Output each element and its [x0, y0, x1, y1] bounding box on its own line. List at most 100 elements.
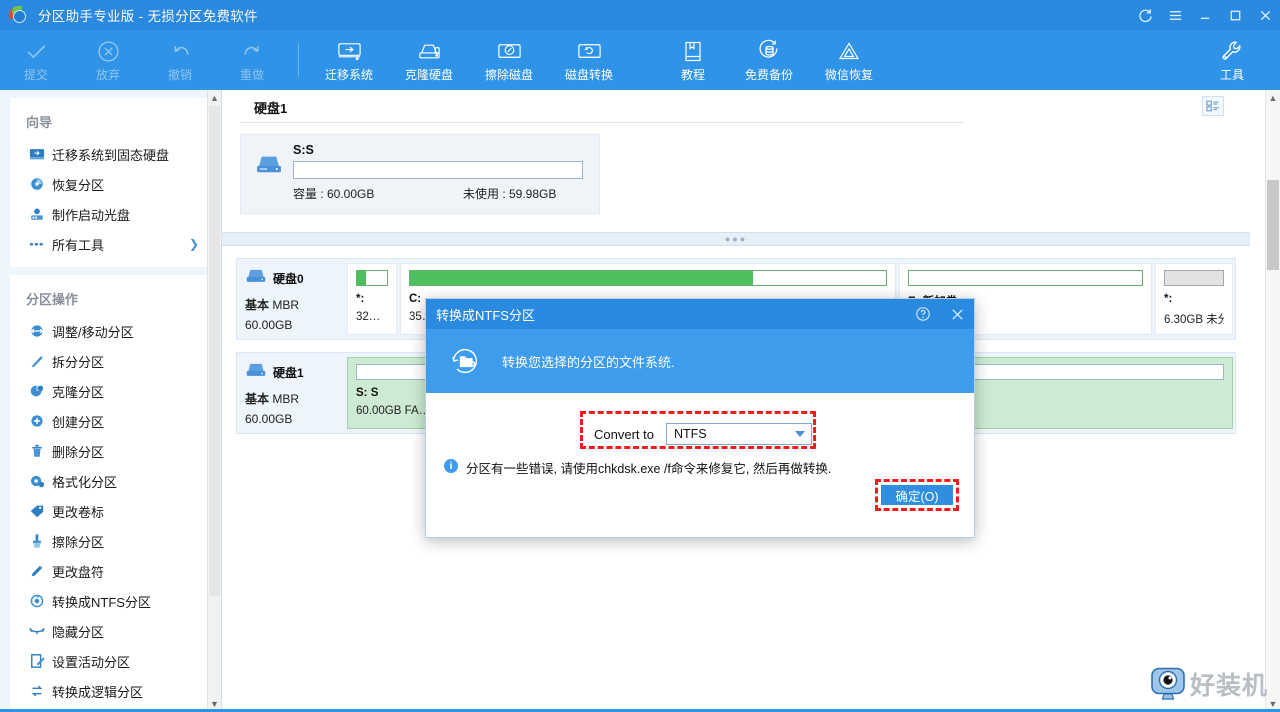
partition-label: *:	[356, 293, 365, 305]
toolbar-label: 擦除磁盘	[484, 67, 533, 82]
sidebar-item-delete-partition[interactable]: 删除分区	[10, 436, 213, 466]
toolbar-label: 重做	[239, 67, 264, 82]
sidebar-item-label: 格式化分区	[52, 474, 118, 490]
scroll-up-icon[interactable]: ▲	[208, 90, 221, 106]
window-controls	[1130, 0, 1280, 30]
minimize-icon[interactable]	[1190, 0, 1220, 30]
sidebar-item-label: 更改盘符	[52, 564, 105, 580]
toolbar-migrate-os[interactable]: 迁移系统	[309, 31, 389, 89]
wipe-partition-icon	[26, 532, 48, 550]
change-label-icon	[26, 502, 48, 520]
close-icon[interactable]	[940, 299, 974, 329]
sidebar-item-all-tools[interactable]: 所有工具 ❯	[10, 229, 213, 259]
disk-icon	[255, 153, 283, 175]
disk-detail-panel: 硬盘1 S:S 容量 : 60.00GB 未使用 : 59.98GB	[222, 90, 1250, 230]
sidebar-section-partition-ops: 分区操作 调整/移动分区 拆分分区 克隆分区 创建分区 删除分区 格式化分区 更…	[10, 275, 213, 712]
sidebar-item-recover-partition[interactable]: 恢复分区	[10, 169, 213, 199]
sidebar-item-boot-cd[interactable]: 制作启动光盘	[10, 199, 213, 229]
sidebar-item-resize-partition[interactable]: 调整/移动分区	[10, 316, 213, 346]
toolbar-redo[interactable]: 重做	[216, 31, 288, 89]
convert-ntfs-dialog: 转换成NTFS分区 转换您选择的分区的文件系统. Convert to NTFS…	[425, 298, 975, 538]
title-bar: 分区助手专业版 - 无损分区免费软件	[0, 0, 1280, 30]
maximize-icon[interactable]	[1220, 0, 1250, 30]
sidebar-item-change-letter[interactable]: 更改盘符	[10, 556, 213, 586]
clone-disk-icon	[416, 39, 443, 65]
toolbar-label: 教程	[680, 67, 705, 82]
main-scrollbar[interactable]: ▲ ▼	[1265, 90, 1280, 712]
watermark-text: 好装机	[1189, 672, 1268, 700]
toolbar-free-backup[interactable]: 免费备份	[729, 31, 809, 89]
disk-usage-bar	[293, 161, 583, 179]
partition-usage-bar	[908, 270, 1143, 286]
disk-type: 基本	[245, 392, 270, 406]
sidebar-item-split-partition[interactable]: 拆分分区	[10, 346, 213, 376]
split-partition-icon	[26, 352, 48, 370]
sidebar-item-change-label[interactable]: 更改卷标	[10, 496, 213, 526]
toolbar-tutorial[interactable]: 教程	[657, 31, 729, 89]
close-icon[interactable]	[1250, 0, 1280, 30]
sidebar-item-clone-partition[interactable]: 克隆分区	[10, 376, 213, 406]
disk-type-line: 基本 MBR	[245, 296, 341, 313]
view-toggle-icon[interactable]	[1202, 96, 1224, 116]
partition-block[interactable]: *: 32…	[347, 263, 397, 335]
redo-icon	[240, 39, 265, 65]
sidebar-item-label: 迁移系统到固态硬盘	[52, 147, 170, 163]
panel-splitter[interactable]: ●●●	[222, 232, 1250, 246]
toolbar-label: 克隆硬盘	[404, 67, 453, 82]
toolbar-tools[interactable]: 工具	[1196, 31, 1268, 89]
scrollbar-thumb[interactable]	[1267, 180, 1279, 270]
sidebar-scrollbar[interactable]: ▲ ▼	[207, 90, 221, 712]
sidebar-item-create-partition[interactable]: 创建分区	[10, 406, 213, 436]
sidebar-item-migrate-ssd[interactable]: 迁移系统到固态硬盘	[10, 139, 213, 169]
partition-info: 6.30GB 未分配…	[1164, 314, 1224, 326]
filesystem-select[interactable]: NTFS	[665, 423, 812, 445]
toolbar-label: 放弃	[95, 67, 120, 82]
splitter-grip-icon: ●●●	[724, 233, 748, 244]
sidebar-item-set-active[interactable]: 设置活动分区	[10, 646, 213, 676]
partition-usage-bar	[1164, 270, 1224, 286]
convert-disk-icon	[576, 39, 603, 65]
sidebar-item-label: 更改卷标	[52, 504, 105, 520]
toolbar-convert-disk[interactable]: 磁盘转换	[549, 31, 629, 89]
help-icon[interactable]	[906, 299, 940, 329]
convert-to-field: Convert to NTFS	[594, 423, 812, 445]
sidebar-item-label: 隐藏分区	[52, 624, 105, 640]
dialog-title-bar: 转换成NTFS分区	[426, 299, 974, 329]
disk-size: 60.00GB	[245, 318, 293, 332]
toolbar-wipe-disk[interactable]: 擦除磁盘	[469, 31, 549, 89]
disk-capacity-label: 容量 : 60.00GB	[293, 187, 375, 201]
sidebar-item-label: 拆分分区	[52, 354, 105, 370]
watermark: 好装机	[1150, 666, 1268, 702]
delete-partition-icon	[26, 442, 48, 460]
sidebar-item-convert-logical[interactable]: 转换成逻辑分区	[10, 676, 213, 706]
ok-button[interactable]: 确定(O)	[881, 485, 953, 505]
info-icon: i	[444, 459, 458, 473]
disk-row-info: 硬盘0 基本 MBR 60.00GB	[237, 259, 341, 339]
sidebar-item-wipe-partition[interactable]: 擦除分区	[10, 526, 213, 556]
disk-summary-card[interactable]: S:S 容量 : 60.00GB 未使用 : 59.98GB	[240, 134, 600, 214]
sidebar-item-format-partition[interactable]: 格式化分区	[10, 466, 213, 496]
clone-partition-icon	[26, 382, 48, 400]
refresh-icon[interactable]	[1130, 0, 1160, 30]
toolbar-undo[interactable]: 撤销	[144, 31, 216, 89]
toolbar-commit[interactable]: 提交	[0, 31, 72, 89]
partition-block[interactable]: *: 6.30GB 未分配…	[1155, 263, 1233, 335]
menu-icon[interactable]	[1160, 0, 1190, 30]
sidebar-item-hide-partition[interactable]: 隐藏分区	[10, 616, 213, 646]
toolbar-label: 微信恢复	[824, 67, 873, 82]
toolbar-clone-disk[interactable]: 克隆硬盘	[389, 31, 469, 89]
toolbar-wechat-recover[interactable]: 微信恢复	[809, 31, 889, 89]
scrollbar-thumb[interactable]	[209, 106, 220, 596]
toolbar-label: 迁移系统	[324, 67, 373, 82]
backup-icon	[757, 39, 782, 65]
sidebar-item-convert-ntfs[interactable]: 转换成NTFS分区	[10, 586, 213, 616]
toolbar-discard[interactable]: 放弃	[72, 31, 144, 89]
sidebar-item-label: 克隆分区	[52, 384, 105, 400]
sidebar-item-label: 所有工具	[52, 237, 105, 253]
disk-name: 硬盘0	[273, 271, 304, 286]
toolbar-label: 提交	[23, 67, 48, 82]
sidebar-item-label: 擦除分区	[52, 534, 105, 550]
panel-divider	[240, 122, 964, 123]
scroll-up-icon[interactable]: ▲	[1266, 90, 1280, 106]
sidebar-item-label: 设置活动分区	[52, 654, 131, 670]
